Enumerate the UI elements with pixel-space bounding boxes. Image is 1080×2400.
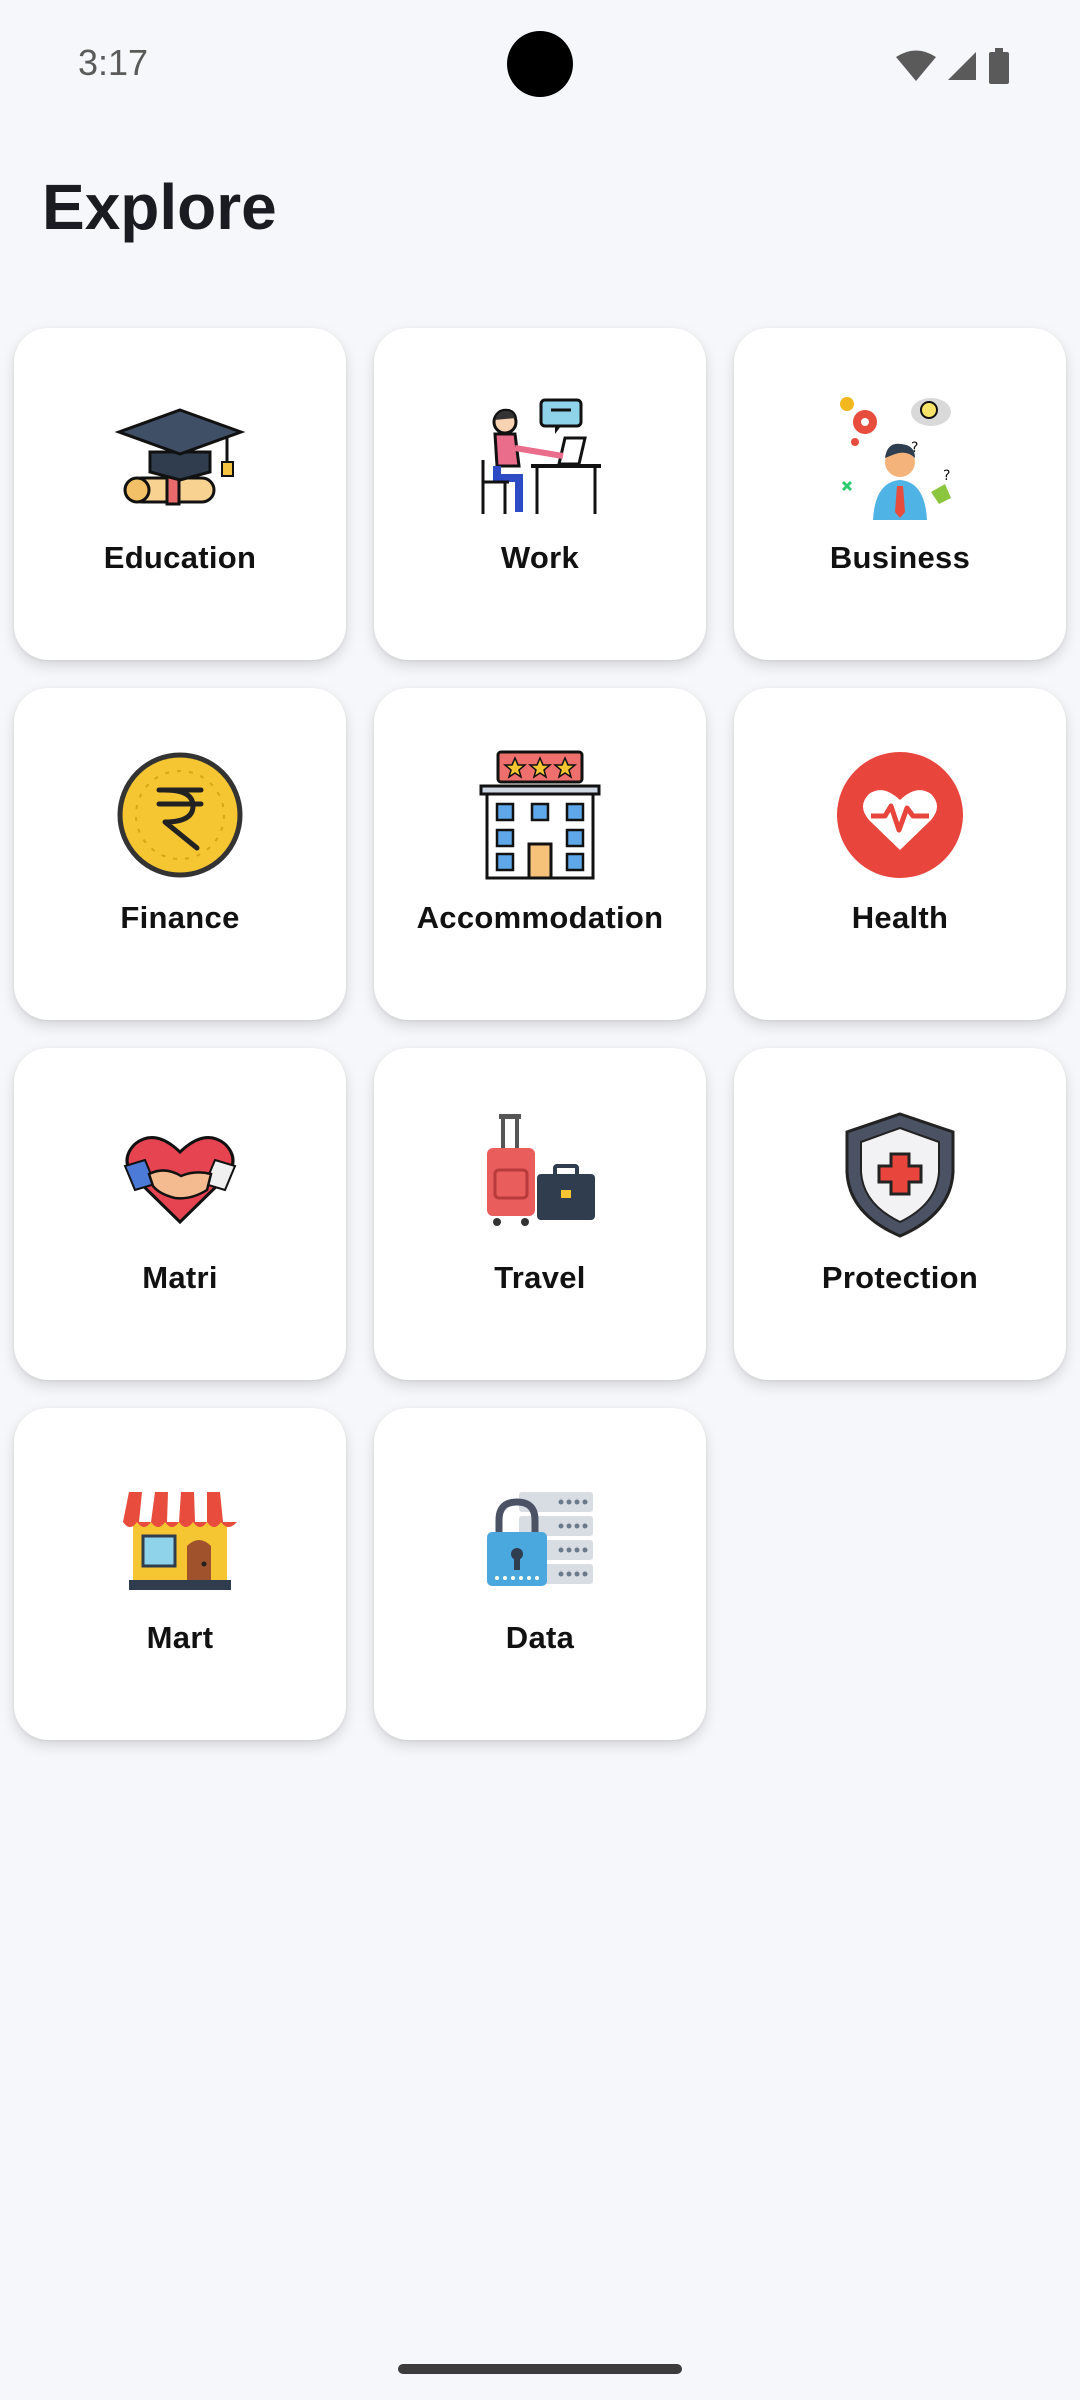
category-grid: Education Work ? ? Business Finance Acco… bbox=[14, 328, 1066, 1740]
front-camera-cutout bbox=[507, 31, 573, 97]
heart-handshake-icon bbox=[115, 1110, 245, 1240]
category-card-matri[interactable]: Matri bbox=[14, 1048, 346, 1380]
person-at-desk-icon bbox=[475, 390, 605, 520]
category-label: Business bbox=[829, 540, 971, 575]
home-indicator[interactable] bbox=[398, 2364, 682, 2374]
category-label: Matri bbox=[142, 1260, 218, 1295]
category-card-data[interactable]: Data bbox=[374, 1408, 706, 1740]
category-label: Education bbox=[103, 540, 257, 575]
status-icons bbox=[896, 46, 1010, 86]
businessman-ideas-icon: ? ? bbox=[835, 390, 965, 520]
category-card-protection[interactable]: Protection bbox=[734, 1048, 1066, 1380]
cellular-signal-icon bbox=[946, 50, 978, 82]
store-front-icon bbox=[115, 1470, 245, 1600]
category-card-finance[interactable]: Finance bbox=[14, 688, 346, 1020]
luggage-icon bbox=[475, 1110, 605, 1240]
category-card-work[interactable]: Work bbox=[374, 328, 706, 660]
status-time: 3:17 bbox=[78, 42, 149, 83]
category-label: Accommodation bbox=[416, 900, 664, 935]
graduation-cap-icon bbox=[115, 390, 245, 520]
shield-cross-icon bbox=[835, 1110, 965, 1240]
category-label: Finance bbox=[120, 900, 240, 935]
category-card-health[interactable]: Health bbox=[734, 688, 1066, 1020]
battery-icon bbox=[988, 48, 1010, 84]
rupee-coin-icon bbox=[115, 750, 245, 880]
status-bar: 3:17 bbox=[0, 0, 1080, 130]
category-label: Mart bbox=[146, 1620, 214, 1655]
category-card-education[interactable]: Education bbox=[14, 328, 346, 660]
category-card-business[interactable]: ? ? Business bbox=[734, 328, 1066, 660]
page-title: Explore bbox=[42, 171, 277, 243]
category-label: Protection bbox=[821, 1260, 979, 1295]
category-label: Data bbox=[505, 1620, 575, 1655]
secure-database-icon bbox=[475, 1470, 605, 1600]
svg-text:?: ? bbox=[943, 468, 950, 484]
wifi-icon bbox=[896, 50, 936, 82]
category-label: Health bbox=[851, 900, 949, 935]
category-card-travel[interactable]: Travel bbox=[374, 1048, 706, 1380]
category-card-accommodation[interactable]: Accommodation bbox=[374, 688, 706, 1020]
category-card-mart[interactable]: Mart bbox=[14, 1408, 346, 1740]
hotel-building-icon bbox=[475, 750, 605, 880]
category-label: Work bbox=[500, 540, 580, 575]
heart-pulse-icon bbox=[835, 750, 965, 880]
category-label: Travel bbox=[494, 1260, 586, 1295]
